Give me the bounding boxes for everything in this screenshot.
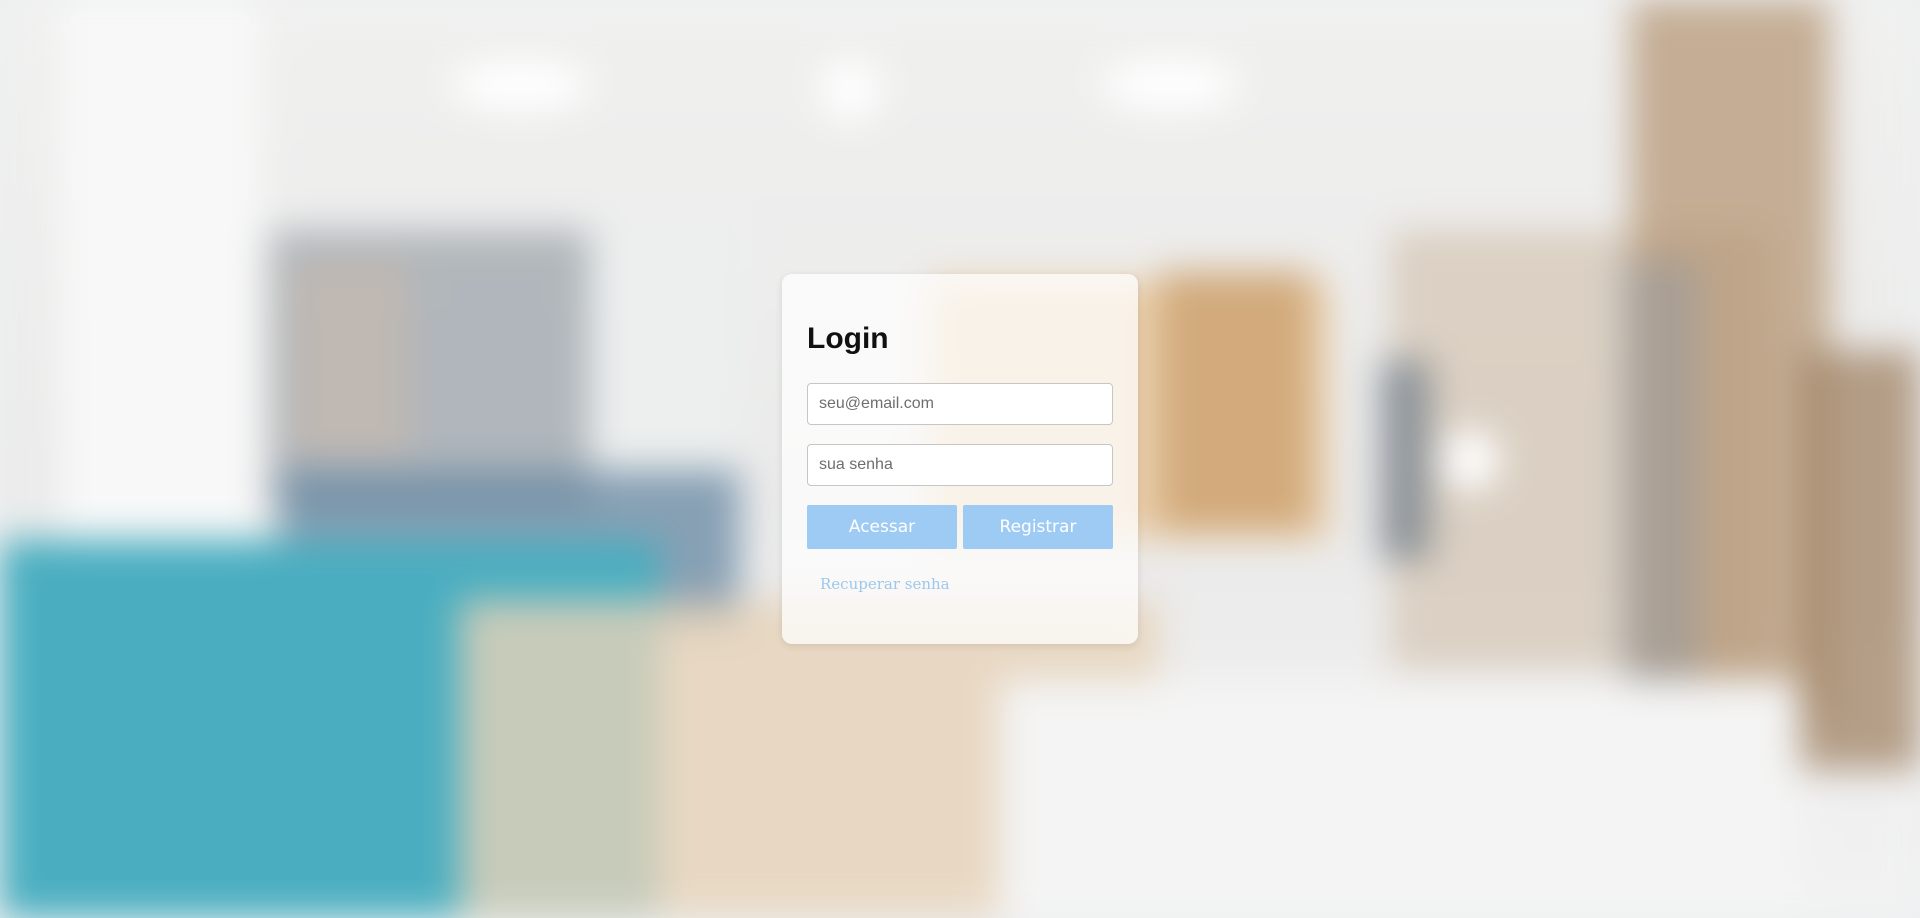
- login-page: Login Acessar Registrar Recuperar senha: [0, 0, 1920, 918]
- email-input[interactable]: [807, 383, 1113, 425]
- register-button[interactable]: Registrar: [963, 505, 1113, 549]
- access-button[interactable]: Acessar: [807, 505, 957, 549]
- login-card: Login Acessar Registrar Recuperar senha: [782, 274, 1138, 644]
- password-input[interactable]: [807, 444, 1113, 486]
- recover-password-link[interactable]: Recuperar senha: [820, 575, 950, 593]
- login-title: Login: [807, 322, 889, 355]
